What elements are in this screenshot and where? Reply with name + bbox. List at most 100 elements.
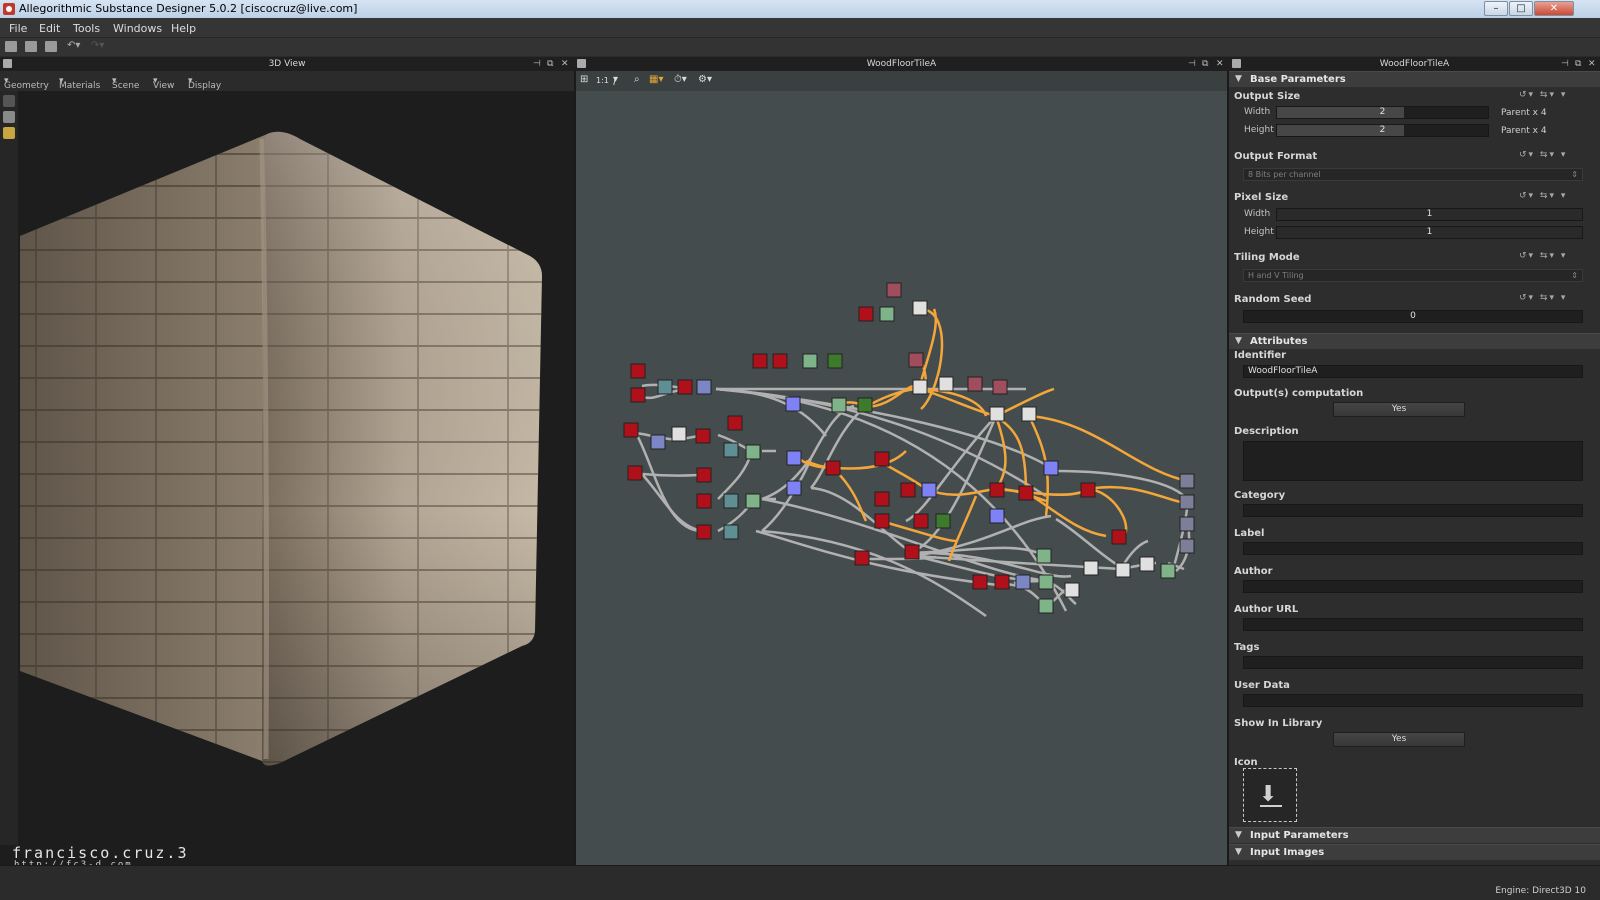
- author-input[interactable]: [1243, 580, 1583, 593]
- menu-geometry[interactable]: Geometry ▾: [4, 76, 49, 91]
- 3d-cube-preview: [20, 131, 542, 766]
- output-format-dropdown[interactable]: 8 Bits per channel ⇕: [1243, 168, 1583, 181]
- tiling-mode-label: Tiling Mode: [1234, 252, 1300, 263]
- 3d-view-title: 3D View: [268, 59, 306, 69]
- param-options-icons[interactable]: ↺▾ ⇆▾ ▾: [1519, 251, 1567, 261]
- random-seed-label: Random Seed: [1234, 294, 1312, 305]
- show-in-library-toggle[interactable]: Yes: [1333, 732, 1465, 747]
- label-label: Label: [1234, 528, 1265, 539]
- status-bar: Engine: Direct3D 10: [0, 865, 1600, 900]
- properties-title: WoodFloorTileA: [1379, 59, 1450, 69]
- menu-view[interactable]: View ▾: [153, 76, 174, 91]
- section-attributes[interactable]: ▼ Attributes: [1229, 333, 1600, 349]
- author-url-label: Author URL: [1234, 604, 1299, 615]
- menu-scene[interactable]: Scene ▾: [112, 76, 139, 91]
- output-size-width-slider[interactable]: 2: [1276, 106, 1489, 119]
- menu-tools[interactable]: Tools: [73, 22, 100, 35]
- properties-panel: ▼ Base Parameters Output Size ↺▾ ⇆▾ ▾ Wi…: [1229, 71, 1600, 865]
- 3d-view-menu: Geometry ▾ Materials ▾ Scene ▾ View ▾ Di…: [0, 71, 574, 91]
- section-input-parameters[interactable]: ▼ Input Parameters: [1229, 827, 1600, 843]
- graph-title: WoodFloorTileA: [866, 59, 937, 69]
- output-size-label: Output Size: [1234, 91, 1301, 102]
- node-graph-canvas[interactable]: [576, 71, 1227, 865]
- author-label: Author: [1234, 566, 1273, 577]
- chevron-down-icon: ⇕: [1571, 271, 1578, 280]
- save-file-icon[interactable]: [45, 41, 57, 52]
- menu-materials[interactable]: Materials ▾: [59, 76, 100, 91]
- collapse-triangle-icon[interactable]: ▼: [1235, 845, 1242, 860]
- tags-input[interactable]: [1243, 656, 1583, 669]
- open-file-icon[interactable]: [25, 41, 37, 52]
- user-data-input[interactable]: [1243, 694, 1583, 707]
- menu-edit[interactable]: Edit: [39, 22, 60, 35]
- menu-display[interactable]: Display ▾: [188, 76, 221, 91]
- window-title-bar: Allegorithmic Substance Designer 5.0.2 […: [0, 0, 1600, 18]
- tags-label: Tags: [1234, 642, 1260, 653]
- collapse-triangle-icon[interactable]: ▼: [1235, 72, 1242, 87]
- param-options-icons[interactable]: ↺▾ ⇆▾ ▾: [1519, 90, 1567, 100]
- param-options-icons[interactable]: ↺▾ ⇆▾ ▾: [1519, 191, 1567, 201]
- redo-icon[interactable]: ↷▾: [91, 40, 104, 51]
- output-size-width-label: Width: [1244, 107, 1271, 117]
- menu-help[interactable]: Help: [171, 22, 196, 35]
- identifier-input[interactable]: WoodFloorTileA: [1243, 365, 1583, 378]
- param-options-icons[interactable]: ↺▾ ⇆▾ ▾: [1519, 293, 1567, 303]
- collapse-triangle-icon[interactable]: ▼: [1235, 334, 1242, 349]
- section-input-images[interactable]: ▼ Input Images: [1229, 844, 1600, 860]
- panel-header-3d-view: 3D View ⊣ ⧉ ✕: [0, 57, 574, 71]
- show-in-library-label: Show In Library: [1234, 718, 1323, 729]
- properties-icon: [1232, 59, 1241, 68]
- float-icon[interactable]: ⧉: [547, 57, 553, 71]
- label-input[interactable]: [1243, 542, 1583, 555]
- output-size-height-slider[interactable]: 2: [1276, 124, 1489, 137]
- pixel-size-width-label: Width: [1244, 209, 1271, 219]
- icon-label: Icon: [1234, 757, 1258, 768]
- minimize-button[interactable]: –: [1484, 1, 1508, 16]
- panel-header-properties: WoodFloorTileA ⊣ ⧉ ✕: [1229, 57, 1600, 71]
- node-graph-panel[interactable]: ⊞ 1:1 i ▾ ⌕ ▦▾ ⏱▾ ⚙▾: [574, 71, 1229, 865]
- panel-header-graph: WoodFloorTileA ⊣ ⧉ ✕: [574, 57, 1229, 71]
- pixel-size-height-label: Height: [1244, 227, 1274, 237]
- close-panel-icon[interactable]: ✕: [561, 57, 569, 71]
- collapse-triangle-icon[interactable]: ▼: [1235, 828, 1242, 843]
- user-data-label: User Data: [1234, 680, 1290, 691]
- window-title: Allegorithmic Substance Designer 5.0.2 […: [19, 2, 358, 15]
- pin-icon[interactable]: ⊣: [533, 57, 541, 71]
- close-button[interactable]: ✕: [1534, 1, 1574, 16]
- close-panel-icon[interactable]: ✕: [1216, 57, 1224, 71]
- menu-file[interactable]: File: [9, 22, 27, 35]
- close-panel-icon[interactable]: ✕: [1588, 57, 1596, 71]
- engine-status: Engine: Direct3D 10: [1495, 886, 1586, 896]
- random-seed-field[interactable]: 0: [1243, 310, 1583, 323]
- pin-icon[interactable]: ⊣: [1188, 57, 1196, 71]
- download-arrow-icon: ⬇: [1259, 782, 1278, 807]
- undo-icon[interactable]: ↶▾: [67, 40, 80, 51]
- icon-drop-area[interactable]: ⬇: [1243, 768, 1297, 822]
- menu-windows[interactable]: Windows: [113, 22, 162, 35]
- output-size-width-mode[interactable]: Parent x 4: [1501, 108, 1547, 118]
- description-label: Description: [1234, 426, 1299, 437]
- app-logo-icon: [3, 3, 15, 15]
- tiling-mode-dropdown[interactable]: H and V Tiling ⇕: [1243, 269, 1583, 282]
- chevron-down-icon: ⇕: [1571, 170, 1578, 179]
- outputs-computation-toggle[interactable]: Yes: [1333, 402, 1465, 417]
- output-size-height-label: Height: [1244, 125, 1274, 135]
- float-icon[interactable]: ⧉: [1575, 57, 1581, 71]
- author-url-input[interactable]: [1243, 618, 1583, 631]
- main-toolbar: ↶▾ ↷▾: [0, 38, 1600, 56]
- category-input[interactable]: [1243, 504, 1583, 517]
- graph-view-icon: [577, 59, 586, 68]
- 3d-view-icon: [3, 59, 12, 68]
- pixel-size-height-field[interactable]: 1: [1276, 226, 1583, 239]
- param-options-icons[interactable]: ↺▾ ⇆▾ ▾: [1519, 150, 1567, 160]
- description-textarea[interactable]: [1243, 441, 1583, 481]
- section-base-parameters[interactable]: ▼ Base Parameters: [1229, 71, 1600, 87]
- pixel-size-width-field[interactable]: 1: [1276, 208, 1583, 221]
- new-file-icon[interactable]: [5, 41, 17, 52]
- pin-icon[interactable]: ⊣: [1561, 57, 1569, 71]
- float-icon[interactable]: ⧉: [1202, 57, 1208, 71]
- output-size-height-mode[interactable]: Parent x 4: [1501, 126, 1547, 136]
- 3d-view-panel[interactable]: Geometry ▾ Materials ▾ Scene ▾ View ▾ Di…: [0, 71, 574, 870]
- identifier-label: Identifier: [1234, 350, 1287, 361]
- maximize-button[interactable]: □: [1509, 1, 1533, 16]
